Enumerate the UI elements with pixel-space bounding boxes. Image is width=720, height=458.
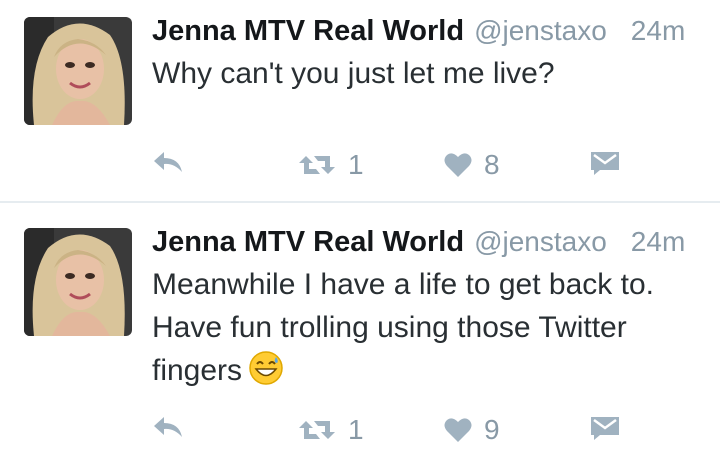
tweet-text-line: fingers bbox=[152, 349, 692, 392]
timestamp[interactable]: 24m bbox=[631, 223, 685, 261]
tweet-actions: 1 9 bbox=[152, 415, 632, 445]
timestamp[interactable]: 24m bbox=[631, 12, 685, 50]
reply-button[interactable] bbox=[152, 150, 184, 176]
tweet-text-line: Why can't you just let me live? bbox=[152, 57, 555, 90]
tweet-header: Jenna MTV Real World @jenstaxo 24m bbox=[152, 12, 708, 50]
display-name[interactable]: Jenna MTV Real World bbox=[152, 223, 464, 261]
direct-message-icon bbox=[590, 415, 620, 441]
avatar[interactable] bbox=[24, 228, 132, 336]
direct-message-button[interactable] bbox=[590, 150, 620, 176]
like-count: 9 bbox=[484, 414, 500, 445]
username-handle[interactable]: @jenstaxo bbox=[474, 12, 607, 50]
like-count: 8 bbox=[484, 149, 500, 180]
direct-message-button[interactable] bbox=[590, 415, 620, 441]
avatar[interactable] bbox=[24, 17, 132, 125]
direct-message-icon bbox=[590, 150, 620, 176]
tweet-text: Why can't you just let me live? bbox=[152, 52, 692, 95]
retweet-button[interactable]: 1 bbox=[298, 415, 364, 445]
heart-icon bbox=[444, 417, 472, 443]
tweet-text-line: Meanwhile I have a life to get back to. bbox=[152, 268, 654, 301]
reply-icon bbox=[152, 150, 184, 176]
tweet-header: Jenna MTV Real World @jenstaxo 24m bbox=[152, 223, 708, 261]
retweet-icon bbox=[298, 152, 336, 178]
like-button[interactable]: 9 bbox=[444, 415, 500, 445]
grinning-face-with-sweat-emoji bbox=[248, 350, 284, 386]
heart-icon bbox=[444, 152, 472, 178]
retweet-icon bbox=[298, 417, 336, 443]
tweet-actions: 1 8 bbox=[152, 150, 632, 180]
tweet-content: Jenna MTV Real World @jenstaxo 24m Meanw… bbox=[152, 223, 708, 392]
reply-button[interactable] bbox=[152, 415, 184, 441]
tweet-text-segment: fingers bbox=[152, 354, 243, 387]
retweet-button[interactable]: 1 bbox=[298, 150, 364, 180]
like-button[interactable]: 8 bbox=[444, 150, 500, 180]
retweet-count: 1 bbox=[348, 414, 364, 445]
retweet-count: 1 bbox=[348, 149, 364, 180]
tweet-content: Jenna MTV Real World @jenstaxo 24m Why c… bbox=[152, 12, 708, 95]
tweet-text: Meanwhile I have a life to get back to. … bbox=[152, 263, 692, 392]
reply-icon bbox=[152, 415, 184, 441]
tweet[interactable]: Jenna MTV Real World @jenstaxo 24m Why c… bbox=[0, 0, 720, 201]
tweet-text-line: Have fun trolling using those Twitter bbox=[152, 311, 627, 344]
username-handle[interactable]: @jenstaxo bbox=[474, 223, 607, 261]
tweet[interactable]: Jenna MTV Real World @jenstaxo 24m Meanw… bbox=[0, 203, 720, 445]
display-name[interactable]: Jenna MTV Real World bbox=[152, 12, 464, 50]
